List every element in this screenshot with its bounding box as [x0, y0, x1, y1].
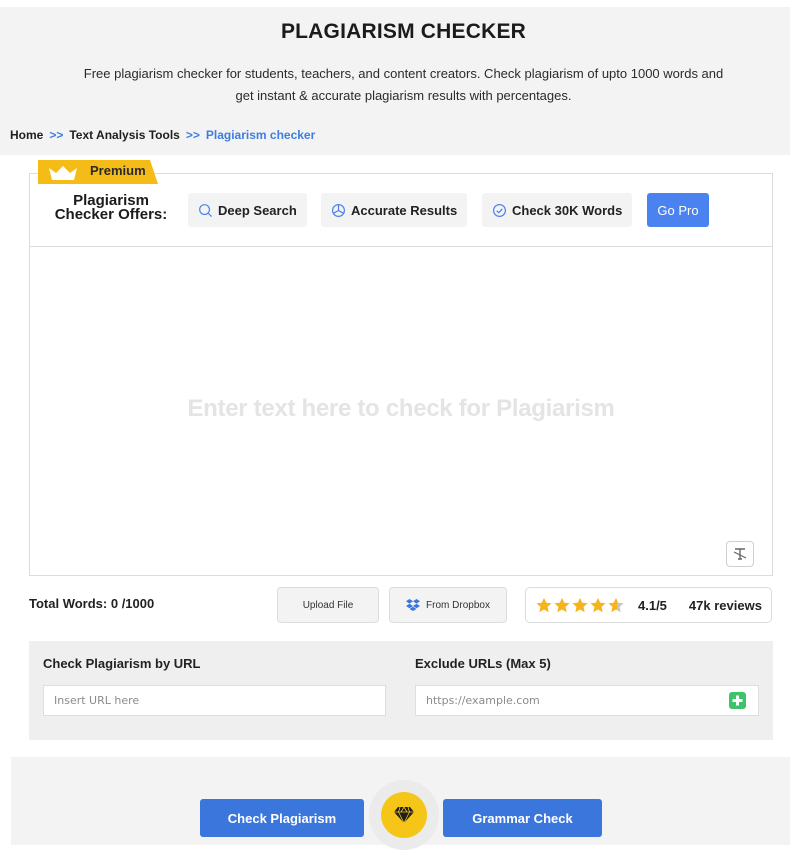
pie-chart-icon [331, 203, 346, 217]
rating-score: 4.1/5 [638, 597, 667, 613]
breadcrumb-separator: >> [49, 128, 64, 142]
exclude-urls-label: Exclude URLs (Max 5) [415, 656, 551, 671]
breadcrumb-separator: >> [185, 128, 200, 142]
dropbox-icon [406, 599, 421, 611]
rating-reviews[interactable]: 47k reviews [689, 598, 762, 613]
breadcrumb-text-analysis-tools[interactable]: Text Analysis Tools [69, 128, 179, 142]
feature-deep-search[interactable]: Deep Search [188, 193, 307, 227]
check-url-input[interactable]: Insert URL here [43, 685, 386, 716]
offers-title: Plagiarism Checker Offers: [46, 193, 176, 223]
plus-icon [732, 695, 743, 706]
premium-badge: Premium [38, 160, 158, 184]
check-plagiarism-button[interactable]: Check Plagiarism [200, 799, 364, 837]
premium-label: Premium [90, 163, 146, 178]
offers-title-line-2: Checker Offers: [54, 206, 168, 223]
feature-label: Check 30K Words [512, 202, 623, 218]
add-exclude-url-button[interactable] [729, 692, 746, 709]
upload-file-label: Upload File [302, 599, 354, 611]
star-icon [572, 597, 588, 613]
exclude-url-input[interactable]: https://example.com [415, 685, 759, 716]
breadcrumb-home[interactable]: Home [10, 128, 43, 142]
search-icon [199, 203, 213, 217]
check-circle-icon [492, 203, 507, 217]
star-icon [590, 597, 606, 613]
crown-icon [49, 166, 77, 180]
premium-diamond-button[interactable] [381, 792, 427, 838]
subtitle-line-2: get instant & accurate plagiarism result… [235, 88, 572, 103]
subtitle-line-1: Free plagiarism checker for students, te… [83, 66, 724, 81]
page-title: PLAGIARISM CHECKER [280, 20, 527, 43]
editor-placeholder: Enter text here to check for Plagiarism [187, 395, 615, 422]
star-icon [536, 597, 552, 613]
total-words-counter: Total Words: 0 /1000 [29, 596, 155, 611]
grammar-check-button[interactable]: Grammar Check [443, 799, 602, 837]
feature-accurate-results[interactable]: Accurate Results [321, 193, 468, 227]
premium-offers-bar: Plagiarism Checker Offers: Deep Search A… [30, 174, 772, 247]
dropbox-label: From Dropbox [426, 599, 490, 611]
feature-check-30k-words[interactable]: Check 30K Words [482, 193, 633, 227]
breadcrumb-current[interactable]: Plagiarism checker [206, 128, 315, 142]
star-icon [608, 597, 624, 613]
star-icon [554, 597, 570, 613]
upload-file-button[interactable]: Upload File [277, 587, 379, 623]
page-subtitle: Free plagiarism checker for students, te… [0, 63, 807, 107]
breadcrumb: Home >> Text Analysis Tools >> Plagiarism ch… [10, 128, 315, 142]
dropbox-button[interactable]: From Dropbox [389, 587, 507, 623]
check-url-label: Check Plagiarism by URL [43, 656, 201, 671]
clear-format-icon [733, 548, 747, 560]
diamond-icon [394, 807, 414, 823]
clear-format-button[interactable] [726, 541, 754, 567]
feature-label: Accurate Results [351, 202, 458, 218]
go-pro-button[interactable]: Go Pro [647, 193, 709, 227]
rating-stars [535, 597, 625, 613]
rating-widget: 4.1/5 47k reviews [525, 587, 772, 623]
feature-label: Deep Search [218, 202, 297, 218]
